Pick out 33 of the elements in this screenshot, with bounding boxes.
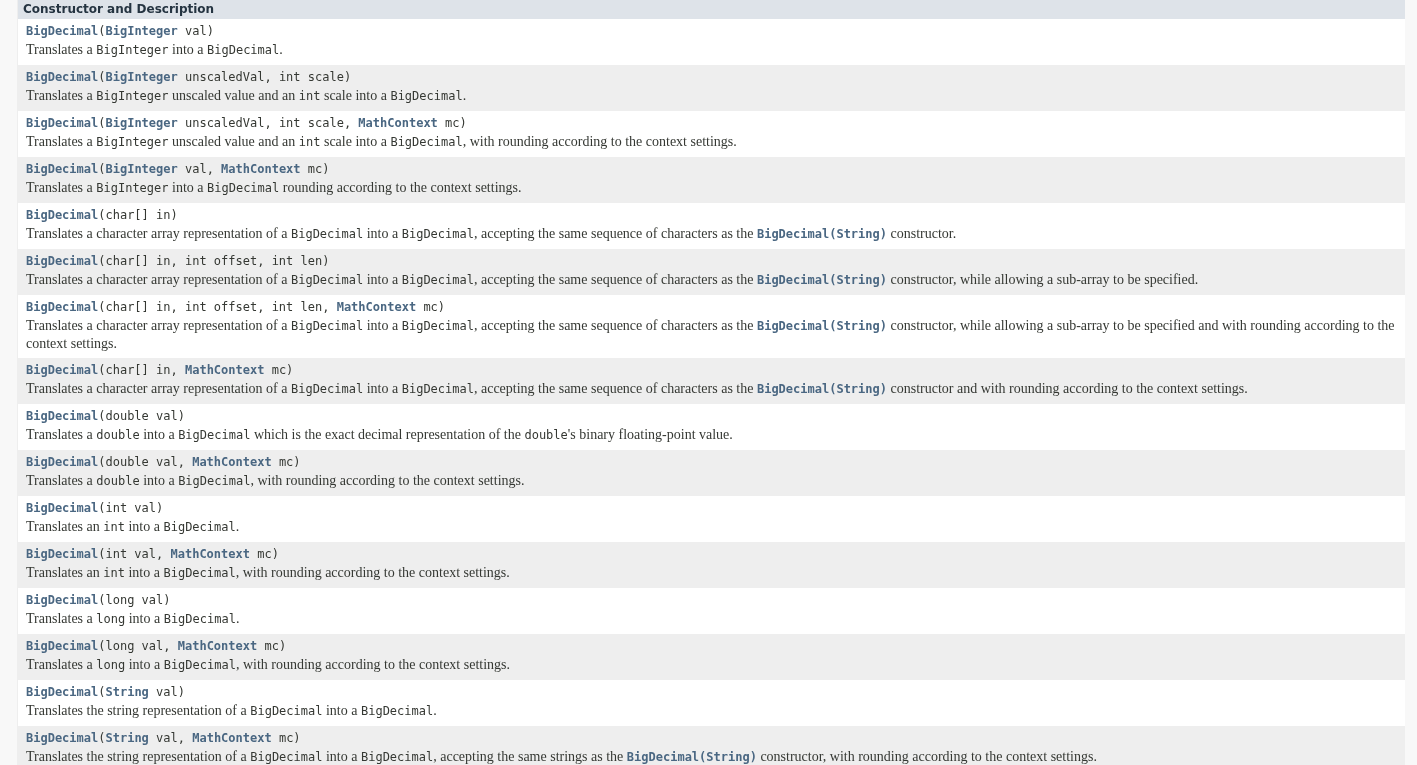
constructor-description: Translates a character array representation of a BigDecimal into a BigDecimal, accepting the same sequence of characters as the BigDecimal(String) constructor.: [26, 225, 958, 243]
table-header: Constructor and Description: [18, 0, 1405, 19]
constructor-signature[interactable]: BigDecimal(int val, MathContext mc): [26, 545, 1397, 563]
constructor-description: Translates a long into a BigDecimal, with rounding according to the context settings.: [26, 656, 512, 674]
constructor-signature[interactable]: BigDecimal(BigInteger val, MathContext mc): [26, 160, 1397, 178]
constructor-signature[interactable]: BigDecimal(BigInteger unscaledVal, int scale): [26, 68, 1397, 86]
constructor-description: Translates a long into a BigDecimal.: [26, 610, 241, 628]
constructor-description: Translates a BigInteger unscaled value and an int scale into a BigDecimal, with rounding according to the context settings.: [26, 133, 738, 151]
constructor-description: Translates an int into a BigDecimal.: [26, 518, 241, 536]
constructor-description: Translates an int into a BigDecimal, with rounding according to the context settings.: [26, 564, 511, 582]
constructor-signature[interactable]: BigDecimal(long val): [26, 591, 1397, 609]
constructor-description: Translates a BigInteger unscaled value and an int scale into a BigDecimal.: [26, 87, 468, 105]
constructor-description: Translates a character array representation of a BigDecimal into a BigDecimal, accepting the same sequence of characters as the BigDecimal(String) constructor, while allowing a sub-array to be specified.: [26, 271, 1200, 289]
constructor-description: Translates the string representation of a BigDecimal into a BigDecimal.: [26, 702, 438, 720]
constructor-description: Translates a character array representation of a BigDecimal into a BigDecimal, accepting the same sequence of characters as the BigDecimal(String) constructor, while allowing a sub-array to be specified and with rounding according to the context settings.: [26, 317, 1396, 352]
constructor-signature[interactable]: BigDecimal(String val, MathContext mc): [26, 729, 1397, 747]
constructor-signature[interactable]: BigDecimal(String val): [26, 683, 1397, 701]
constructor-description: Translates a double into a BigDecimal, with rounding according to the context settings.: [26, 472, 526, 490]
constructor-description: Translates a double into a BigDecimal which is the exact decimal representation of the double's binary floating-point value.: [26, 426, 734, 444]
constructor-signature[interactable]: BigDecimal(BigInteger val): [26, 22, 1397, 40]
constructor-signature[interactable]: BigDecimal(char[] in, MathContext mc): [26, 361, 1397, 379]
constructor-description: Translates a BigInteger into a BigDecimal rounding according to the context settings.: [26, 179, 523, 197]
constructor-signature[interactable]: BigDecimal(char[] in, int offset, int len): [26, 252, 1397, 270]
constructor-signature[interactable]: BigDecimal(double val, MathContext mc): [26, 453, 1397, 471]
constructor-signature[interactable]: BigDecimal(BigInteger unscaledVal, int scale, MathContext mc): [26, 114, 1397, 132]
constructor-description: Translates a BigInteger into a BigDecimal.: [26, 41, 284, 59]
constructor-signature[interactable]: BigDecimal(char[] in): [26, 206, 1397, 224]
constructor-signature[interactable]: BigDecimal(double val): [26, 407, 1397, 425]
constructor-signature[interactable]: BigDecimal(long val, MathContext mc): [26, 637, 1397, 655]
constructor-description: Translates a character array representation of a BigDecimal into a BigDecimal, accepting the same sequence of characters as the BigDecimal(String) constructor and with rounding according to the context settings.: [26, 380, 1249, 398]
constructor-signature[interactable]: BigDecimal(char[] in, int offset, int len, MathContext mc): [26, 298, 1397, 316]
constructor-description: Translates the string representation of a BigDecimal into a BigDecimal, accepting the same strings as the BigDecimal(String) constructor, with rounding according to the context settings.: [26, 748, 1098, 765]
constructor-signature[interactable]: BigDecimal(int val): [26, 499, 1397, 517]
